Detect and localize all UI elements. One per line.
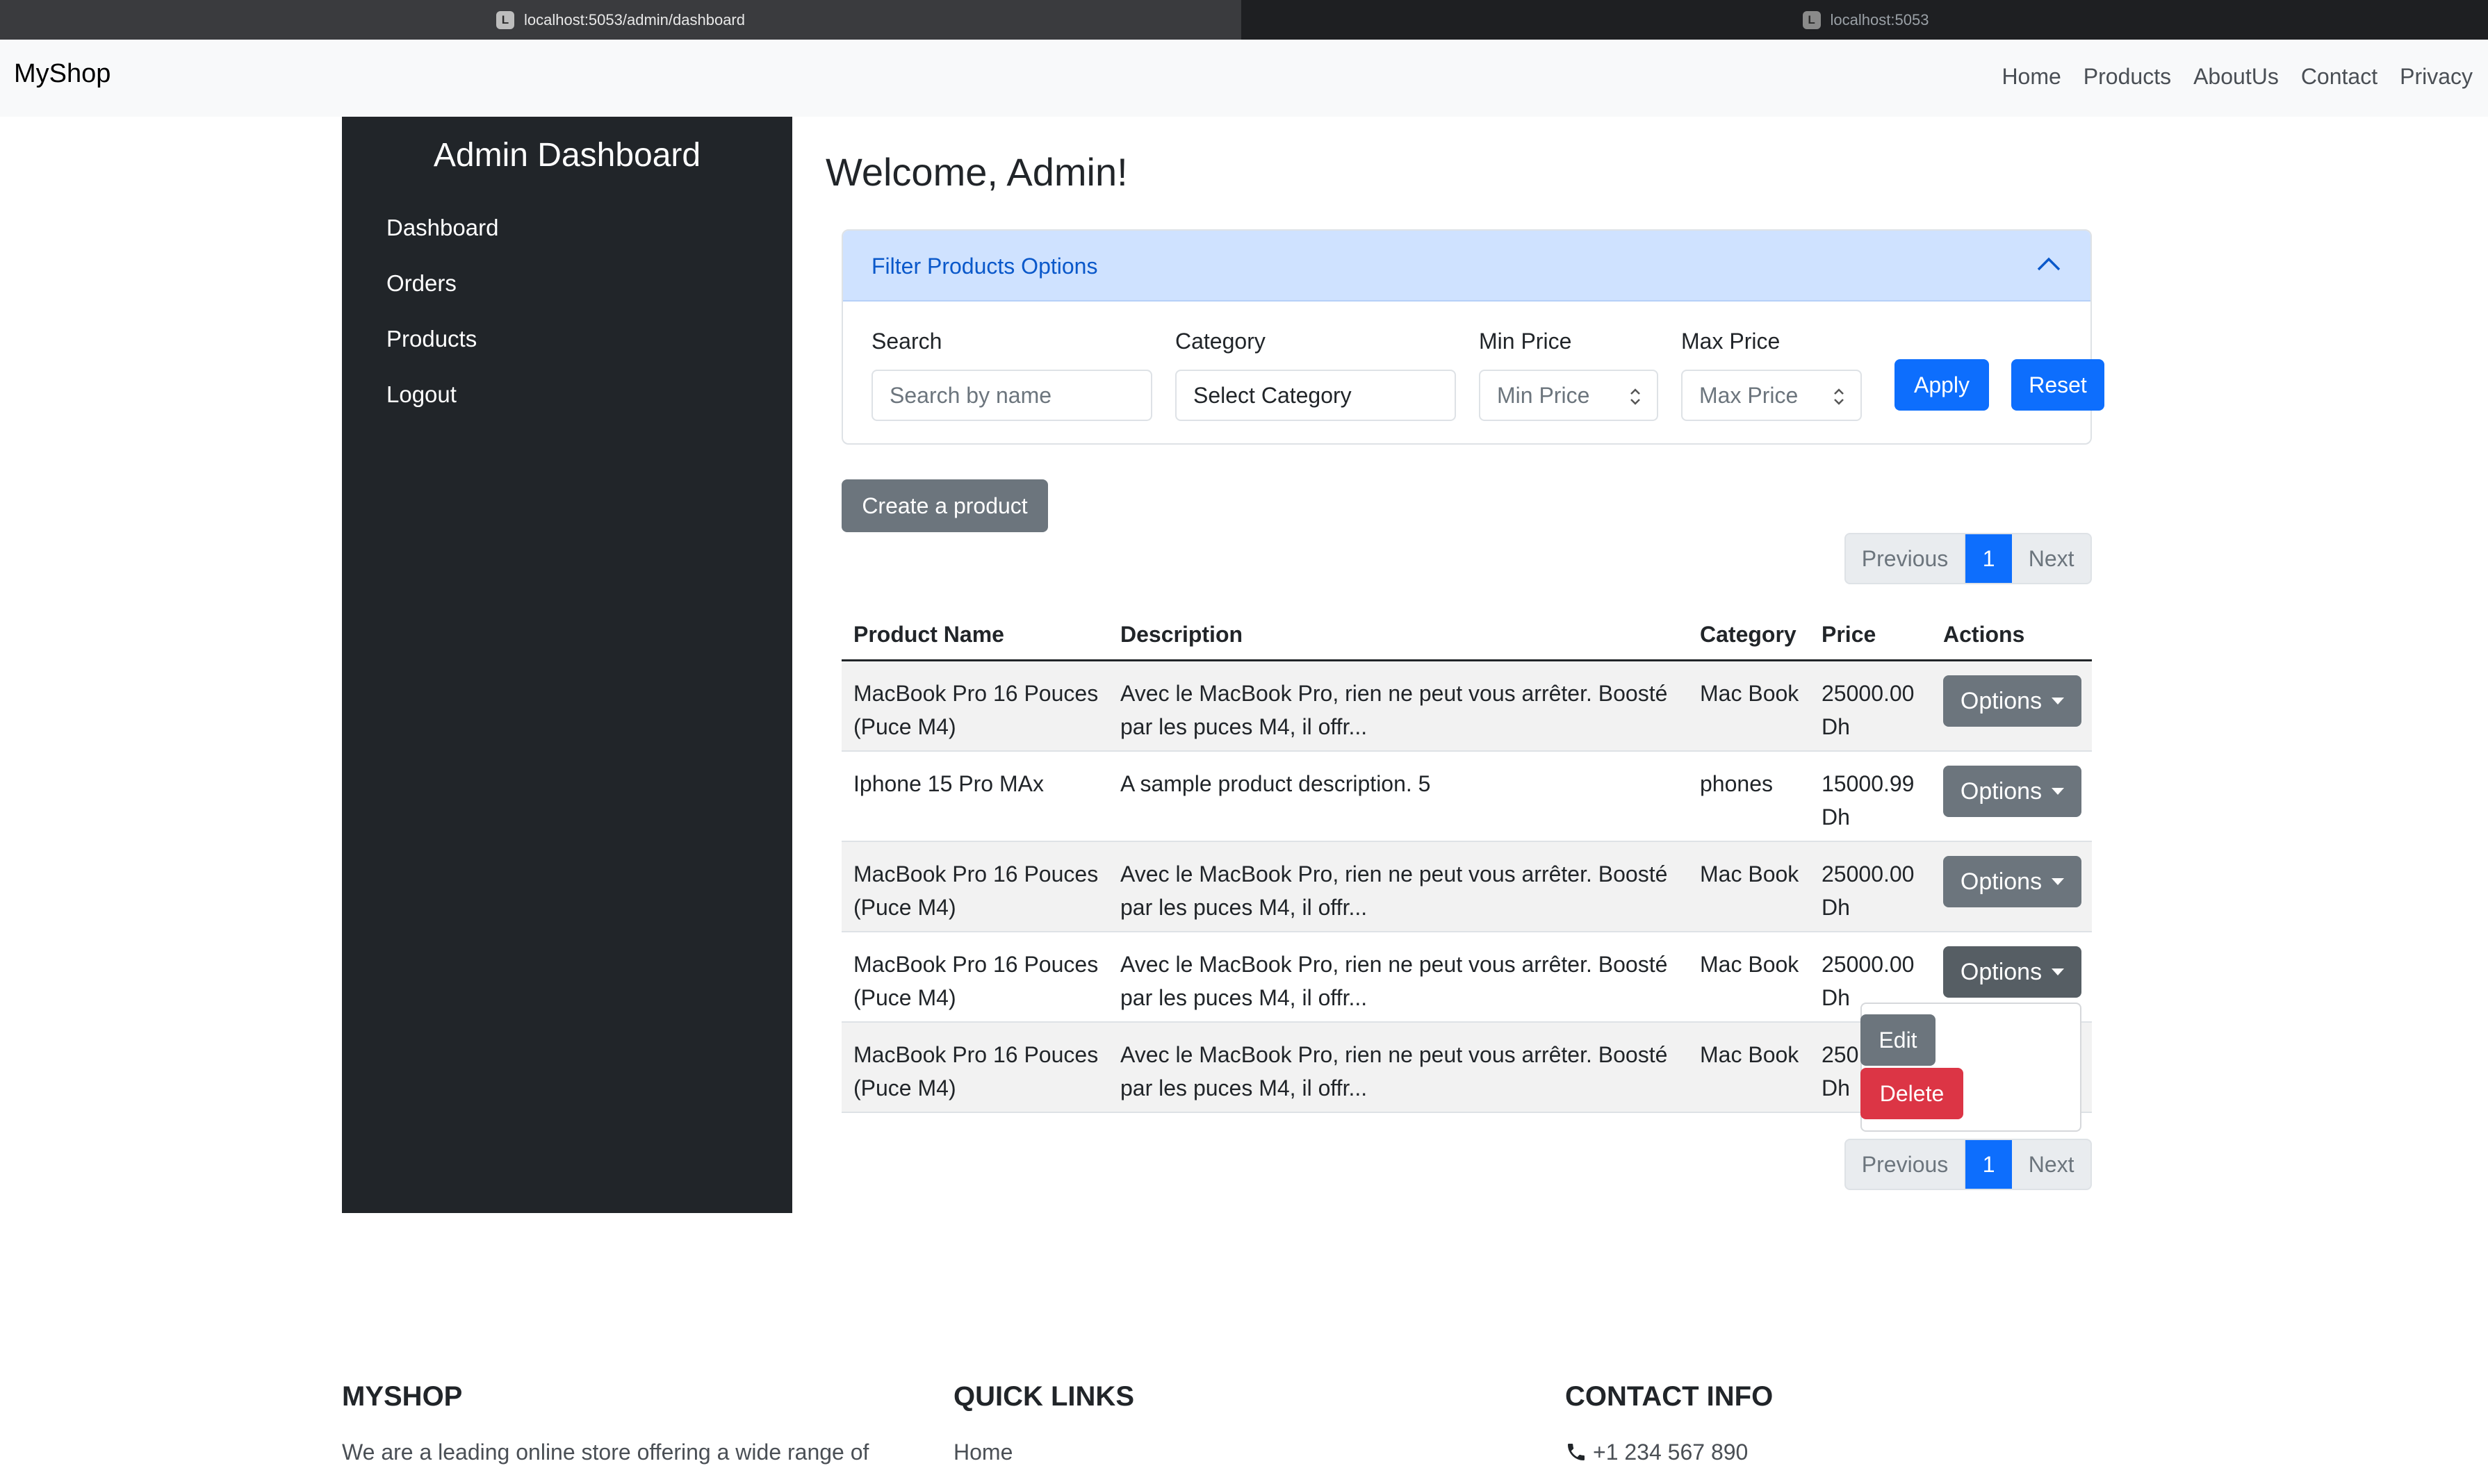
caret-down-icon — [2052, 968, 2065, 975]
create-product-button[interactable]: Create a product — [842, 479, 1048, 532]
phone-icon — [1568, 1444, 1585, 1460]
pagination-previous[interactable]: Previous — [1846, 1140, 1966, 1189]
sidebar-item-products[interactable]: Products — [386, 326, 477, 352]
category-cell: Mac Book — [1700, 952, 1799, 977]
col-category: Category — [1700, 622, 1797, 647]
navbar-links: Home Products AboutUs Contact Privacy — [2002, 64, 2473, 90]
price-cell: 15000.99 Dh — [1822, 771, 1915, 830]
nav-link-home[interactable]: Home — [2002, 64, 2061, 90]
category-cell: Mac Book — [1700, 1042, 1799, 1067]
min-price-label: Min Price — [1479, 329, 1572, 354]
navbar-brand[interactable]: MyShop — [14, 59, 111, 89]
chevron-up-icon[interactable] — [2036, 256, 2061, 272]
search-label: Search — [871, 329, 942, 354]
col-description: Description — [1120, 622, 1243, 647]
description-cell: Avec le MacBook Pro, rien ne peut vous a… — [1120, 1042, 1668, 1100]
caret-down-icon — [2052, 788, 2065, 795]
product-name-cell: MacBook Pro 16 Pouces (Puce M4) — [853, 952, 1099, 1010]
product-name-cell: MacBook Pro 16 Pouces (Puce M4) — [853, 1042, 1099, 1100]
spinner-arrows-icon[interactable] — [1831, 386, 1847, 407]
delete-button[interactable]: Delete — [1860, 1068, 1963, 1119]
min-price-placeholder: Min Price — [1497, 382, 1590, 408]
footer-contact-title: CONTACT INFO — [1565, 1381, 1774, 1412]
nav-link-privacy[interactable]: Privacy — [2400, 64, 2473, 90]
pagination-next[interactable]: Next — [2012, 534, 2090, 583]
footer-links-title: QUICK LINKS — [954, 1381, 1134, 1412]
nav-link-contact[interactable]: Contact — [2301, 64, 2377, 90]
tab-title: localhost:5053/admin/dashboard — [523, 10, 745, 28]
options-button-open[interactable]: Options — [1943, 946, 2081, 998]
product-name-cell: MacBook Pro 16 Pouces (Puce M4) — [853, 861, 1099, 920]
product-name-cell: MacBook Pro 16 Pouces (Puce M4) — [853, 681, 1099, 739]
category-select[interactable]: Select Category — [1175, 370, 1456, 421]
category-cell: Mac Book — [1700, 861, 1799, 887]
sidebar-item-orders[interactable]: Orders — [386, 270, 457, 297]
tab-title: localhost:5053 — [1830, 10, 1929, 28]
footer-brand-text: We are a leading online store offering a… — [342, 1440, 869, 1465]
description-cell: A sample product description. 5 — [1120, 771, 1431, 796]
apply-button[interactable]: Apply — [1894, 359, 1989, 411]
spinner-arrows-icon[interactable] — [1628, 386, 1643, 407]
max-price-input[interactable]: Max Price — [1681, 370, 1862, 421]
description-cell: Avec le MacBook Pro, rien ne peut vous a… — [1120, 952, 1668, 1010]
category-cell: Mac Book — [1700, 681, 1799, 706]
caret-down-icon — [2052, 878, 2065, 885]
options-button[interactable]: Options — [1943, 856, 2081, 907]
product-name-cell: Iphone 15 Pro MAx — [853, 771, 1044, 796]
nav-link-aboutus[interactable]: AboutUs — [2193, 64, 2279, 90]
nav-link-products[interactable]: Products — [2084, 64, 2171, 90]
min-price-input[interactable]: Min Price — [1479, 370, 1658, 421]
table-row: MacBook Pro 16 Pouces (Puce M4) Avec le M… — [842, 661, 2092, 752]
pagination-next[interactable]: Next — [2012, 1140, 2090, 1189]
browser-tab-inactive[interactable]: L localhost:5053 — [1243, 0, 2488, 40]
options-button[interactable]: Options — [1943, 766, 2081, 817]
footer-link-home[interactable]: Home — [954, 1440, 1013, 1465]
pagination-previous[interactable]: Previous — [1846, 534, 1966, 583]
search-input[interactable]: Search by name — [871, 370, 1152, 421]
price-cell: 25000.00 Dh — [1822, 861, 1915, 920]
sidebar-title: Admin Dashboard — [433, 137, 701, 174]
edit-button[interactable]: Edit — [1860, 1014, 1935, 1066]
tab-favicon-icon: L — [1802, 10, 1821, 29]
footer-brand-title: MYSHOP — [342, 1381, 463, 1412]
price-cell: 250 Dh — [1822, 1042, 1859, 1100]
caret-down-icon — [2052, 698, 2065, 704]
category-label: Category — [1175, 329, 1266, 354]
description-cell: Avec le MacBook Pro, rien ne peut vous a… — [1120, 861, 1668, 920]
sidebar: Admin Dashboard Dashboard Orders Product… — [342, 117, 792, 1213]
description-cell: Avec le MacBook Pro, rien ne peut vous a… — [1120, 681, 1668, 739]
table-row: MacBook Pro 16 Pouces (Puce M4) Avec le M… — [842, 842, 2092, 932]
browser-tab-active[interactable]: L localhost:5053/admin/dashboard — [0, 0, 1241, 40]
tab-favicon-icon: L — [496, 10, 514, 29]
filter-accordion-title[interactable]: Filter Products Options — [871, 254, 1097, 279]
col-actions: Actions — [1943, 622, 2025, 647]
sidebar-item-dashboard[interactable]: Dashboard — [386, 215, 498, 241]
max-price-placeholder: Max Price — [1699, 382, 1799, 408]
pagination-page-1[interactable]: 1 — [1965, 534, 2013, 583]
reset-button[interactable]: Reset — [2011, 359, 2104, 411]
col-price: Price — [1822, 622, 1876, 647]
sidebar-item-logout[interactable]: Logout — [386, 381, 457, 408]
col-product-name: Product Name — [853, 622, 1004, 647]
page-title: Welcome, Admin! — [826, 150, 1128, 194]
pagination-bottom: Previous 1 Next — [1844, 1139, 2092, 1190]
pagination-page-1[interactable]: 1 — [1965, 1140, 2013, 1189]
table-header: Product Name Description Category Price … — [842, 604, 2092, 661]
max-price-label: Max Price — [1681, 329, 1781, 354]
price-cell: 25000.00 Dh — [1822, 681, 1915, 739]
footer-phone: +1 234 567 890 — [1593, 1440, 1749, 1465]
category-cell: phones — [1700, 771, 1773, 796]
options-button[interactable]: Options — [1943, 675, 2081, 727]
table-row: Iphone 15 Pro MAx A sample product descr… — [842, 752, 2092, 842]
pagination-top: Previous 1 Next — [1844, 533, 2092, 584]
